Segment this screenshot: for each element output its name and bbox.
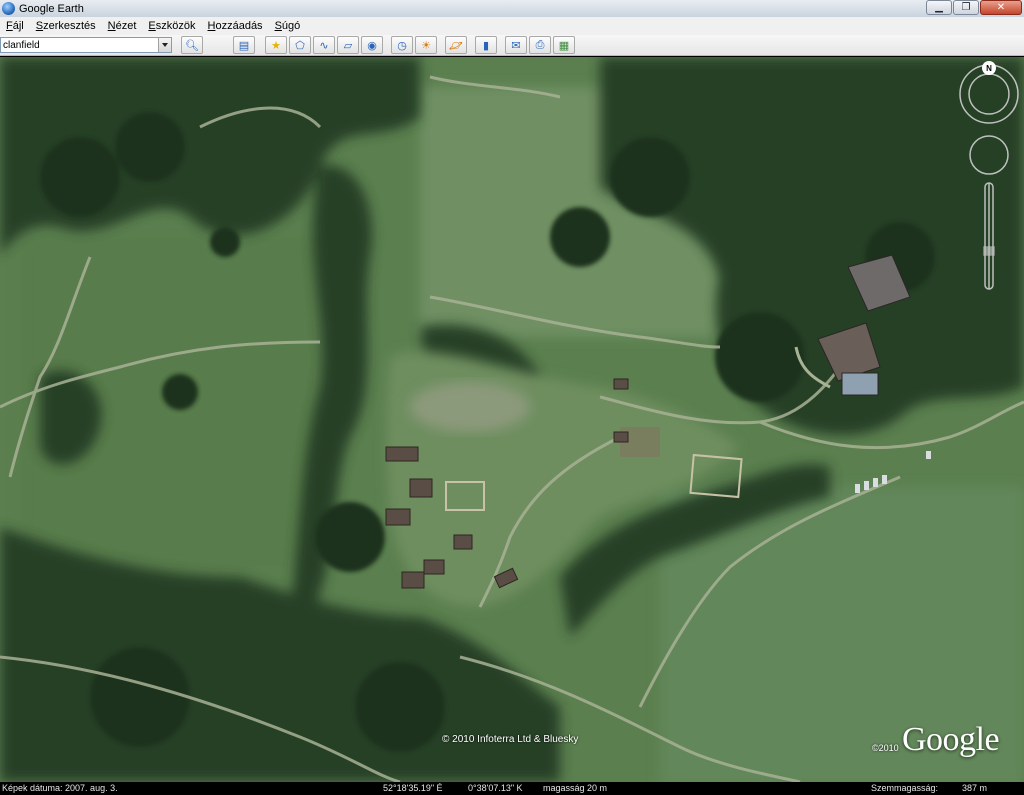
polygon-icon: ⬠: [295, 38, 305, 52]
path-icon: ∿: [319, 38, 329, 52]
restore-button[interactable]: ❐: [953, 0, 979, 15]
menu-tools[interactable]: Eszközök: [142, 20, 201, 32]
menu-view[interactable]: Nézet: [102, 20, 143, 32]
search-box: [0, 37, 172, 53]
ruler-button[interactable]: ▮: [475, 36, 497, 54]
menu-add[interactable]: Hozzáadás: [202, 20, 269, 32]
sidebar-toggle-button[interactable]: ▤: [233, 36, 255, 54]
record-tour-button[interactable]: ◉: [361, 36, 383, 54]
restore-icon: ❐: [961, 1, 971, 13]
sunlight-button[interactable]: ☀: [415, 36, 437, 54]
move-joystick[interactable]: [970, 136, 1008, 174]
view-in-maps-button[interactable]: ▦: [553, 36, 575, 54]
title-bar: Google Earth ▁ ❐ ✕: [0, 0, 1024, 17]
imagery-copyright: © 2010 Infoterra Ltd & Bluesky: [442, 734, 579, 745]
email-icon: ✉: [511, 38, 521, 52]
eye-altitude-value: 387 m: [962, 783, 988, 793]
email-button[interactable]: ✉: [505, 36, 527, 54]
planets-icon: 🪐︎: [449, 38, 463, 52]
add-placemark-button[interactable]: ★: [265, 36, 287, 54]
record-tour-icon: ◉: [367, 38, 377, 52]
search-icon: 🔍︎: [185, 38, 199, 52]
menu-edit[interactable]: Szerkesztés: [30, 20, 102, 32]
satellite-imagery: [0, 57, 1024, 782]
view-in-maps-icon: ▦: [558, 38, 570, 52]
search-input[interactable]: [1, 38, 157, 52]
sunlight-icon: ☀: [421, 38, 431, 52]
google-earth-icon: [2, 2, 15, 15]
add-image-overlay-button[interactable]: ▱: [337, 36, 359, 54]
google-logo: Google: [902, 721, 1000, 758]
window-title: Google Earth: [19, 2, 84, 15]
historical-imagery-button[interactable]: ◷: [391, 36, 413, 54]
add-path-button[interactable]: ∿: [313, 36, 335, 54]
search-button[interactable]: 🔍︎: [181, 36, 203, 54]
ruler-icon: ▮: [482, 38, 490, 52]
earth-3d-view[interactable]: N © 2010 Infoterra Ltd & Bluesky ©2010 G…: [0, 57, 1024, 782]
look-joystick[interactable]: [960, 65, 1018, 123]
print-icon: ⎙: [535, 38, 545, 51]
menu-file[interactable]: Fájl: [0, 20, 30, 32]
planets-button[interactable]: 🪐︎: [445, 36, 467, 54]
placemark-icon: ★: [271, 38, 281, 52]
chevron-down-icon: [162, 43, 168, 47]
imagery-date: Képek dátuma: 2007. aug. 3.: [2, 783, 118, 793]
elevation-readout: magasság 20 m: [543, 783, 608, 793]
window-controls: ▁ ❐ ✕: [926, 0, 1022, 15]
latitude-readout: 52°18'35.19" É: [383, 783, 443, 793]
toolbar: 🔍︎ ▤ ★ ⬠ ∿ ▱ ◉ ◷ ☀ 🪐︎ ▮ ✉ ⎙ ▦: [0, 35, 1024, 56]
menu-help[interactable]: Súgó: [269, 20, 307, 32]
menu-bar: Fájl Szerkesztés Nézet Eszközök Hozzáadá…: [0, 17, 1024, 35]
historical-imagery-icon: ◷: [397, 38, 407, 52]
add-polygon-button[interactable]: ⬠: [289, 36, 311, 54]
close-icon: ✕: [996, 1, 1006, 13]
close-button[interactable]: ✕: [980, 0, 1022, 15]
zoom-slider[interactable]: [984, 183, 994, 289]
sidebar-toggle-icon: ▤: [238, 38, 250, 52]
search-history-dropdown[interactable]: [158, 38, 171, 52]
minimize-button[interactable]: ▁: [926, 0, 952, 15]
minimize-icon: ▁: [935, 1, 943, 13]
print-button[interactable]: ⎙: [529, 36, 551, 54]
google-copyright-year: ©2010: [872, 743, 899, 753]
longitude-readout: 0°38'07.13" K: [468, 783, 523, 793]
image-overlay-icon: ▱: [343, 38, 353, 52]
status-bar: Képek dátuma: 2007. aug. 3. 52°18'35.19"…: [0, 782, 1024, 795]
eye-altitude-label: Szemmagasság:: [871, 783, 939, 793]
